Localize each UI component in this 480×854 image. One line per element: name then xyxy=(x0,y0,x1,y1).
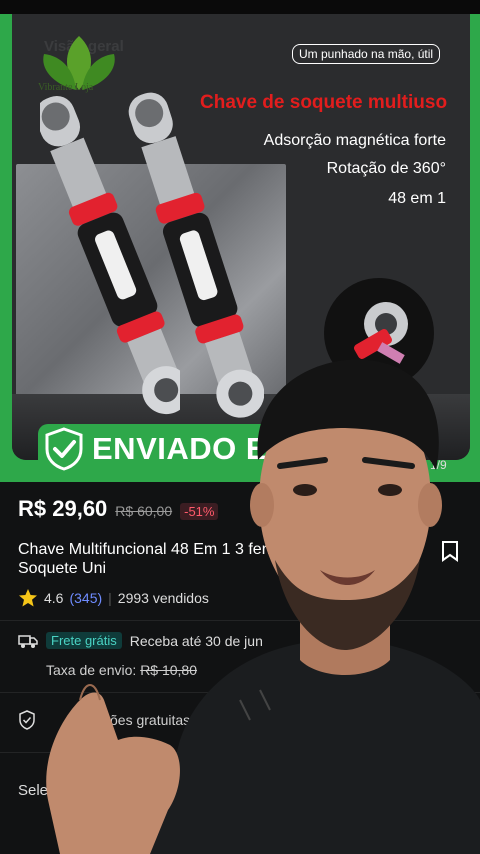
delivery-estimate: Receba até 30 de jun xyxy=(129,632,263,649)
product-title: Chave Multifuncional 48 Em 1 3 ferrament… xyxy=(18,541,381,577)
wrench-right-icon xyxy=(128,92,264,418)
rating-row[interactable]: 4.6 (345) | 2993 vendidos xyxy=(18,588,209,608)
discount-badge: -51% xyxy=(180,503,219,520)
guarantee-label: ões gratuitas xyxy=(110,712,191,728)
socket-detail-icon xyxy=(354,302,408,364)
feature-rotation: Rotação de 360° xyxy=(326,160,446,177)
price-row: R$ 29,60 R$ 60,00 -51% xyxy=(18,496,219,522)
review-count[interactable]: (345) xyxy=(69,590,102,606)
bookmark-icon[interactable] xyxy=(440,540,460,562)
variant-select-row[interactable]: Sele xyxy=(18,782,48,799)
separator: | xyxy=(108,590,112,606)
current-price: R$ 29,60 xyxy=(18,496,108,521)
status-bar xyxy=(0,0,480,14)
product-info-panel: R$ 29,60 R$ 60,00 -51% Chave Multifuncio… xyxy=(0,482,480,854)
sold-count: 2993 vendidos xyxy=(117,590,209,606)
truck-icon xyxy=(18,634,38,648)
star-icon xyxy=(19,589,37,607)
divider xyxy=(0,620,480,621)
rating-value: 4.6 xyxy=(44,590,64,606)
image-counter: 1/9 xyxy=(430,458,447,472)
shield-icon xyxy=(19,710,35,730)
fee-old-price: R$ 10,80 xyxy=(140,662,198,678)
shipped-label: ENVIADO E xyxy=(92,431,268,466)
divider xyxy=(0,692,480,693)
shield-check-icon xyxy=(45,427,83,471)
shipping-row[interactable]: Frete grátis Receba até 30 de jun xyxy=(18,632,263,649)
original-price: R$ 60,00 xyxy=(115,503,173,519)
product-image: Visão geral Vibrante Loja Um punhado na … xyxy=(12,14,470,460)
divider xyxy=(0,752,480,753)
promo-badge: Um punhado na mão, útil xyxy=(292,44,441,64)
product-image-carousel[interactable]: Visão geral Vibrante Loja Um punhado na … xyxy=(0,14,480,482)
detail-inset-image xyxy=(324,278,434,388)
guarantee-row[interactable]: ões gratuitas xyxy=(18,710,190,730)
fee-label: Taxa de envio: xyxy=(46,662,137,678)
feature-magnetic: Adsorção magnética forte xyxy=(263,132,446,149)
free-shipping-badge: Frete grátis xyxy=(46,632,122,649)
feature-48in1: 48 em 1 xyxy=(388,190,446,207)
shipped-banner: ENVIADO E xyxy=(38,424,282,474)
shipping-fee-row: Taxa de envio: R$ 10,80 xyxy=(46,662,197,678)
